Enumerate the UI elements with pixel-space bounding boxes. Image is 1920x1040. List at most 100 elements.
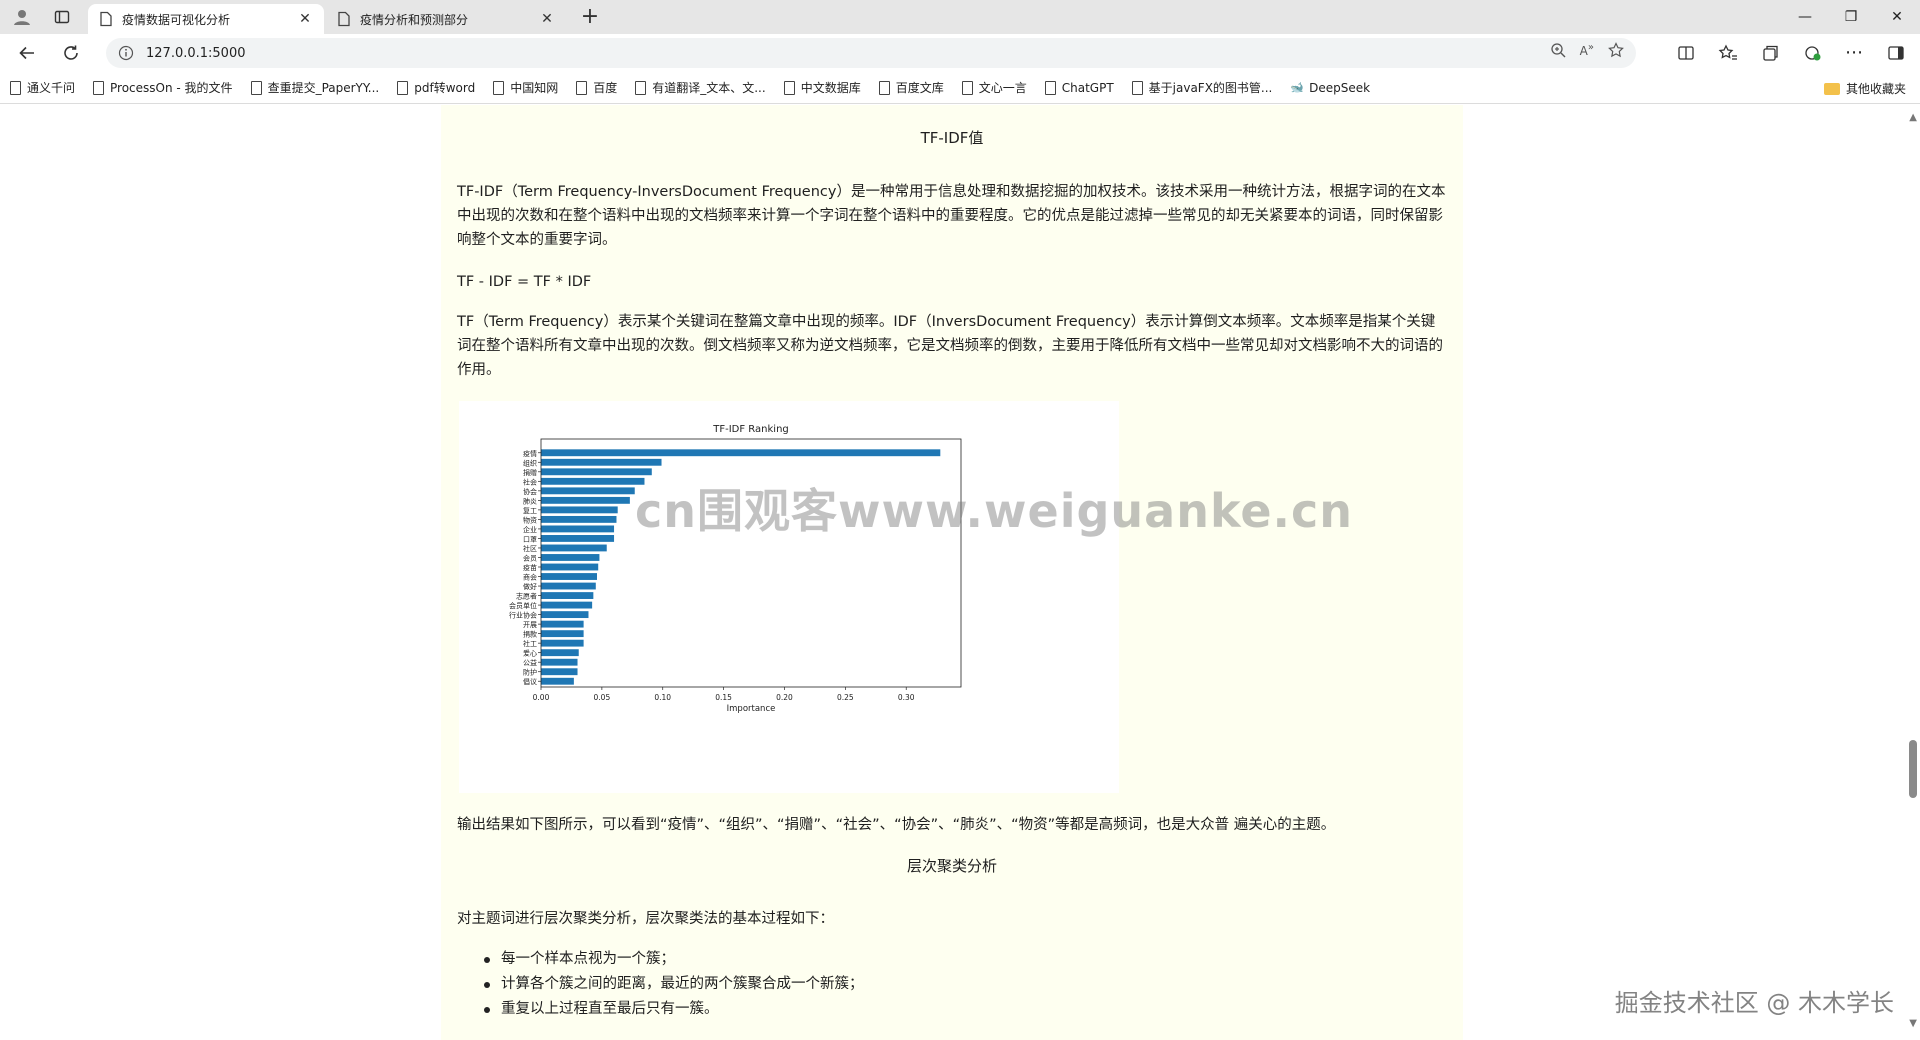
- tfidf-ranking-chart: TF-IDF Ranking 疫情组织捐赠社会协会肺炎复工物资企业口罩社区会员疫苗…: [509, 424, 962, 714]
- list-item: 重复以上过程直至最后只有一簇。: [457, 997, 864, 1022]
- split-screen-icon[interactable]: [1672, 39, 1700, 67]
- bookmark-label: ChatGPT: [1061, 80, 1114, 95]
- close-window-button[interactable]: ✕: [1874, 0, 1920, 34]
- chart-bar: [541, 639, 584, 647]
- chart-bar: [541, 592, 594, 599]
- url-text[interactable]: 127.0.0.1:5000: [146, 46, 246, 61]
- profile-icon[interactable]: [8, 4, 36, 30]
- minimize-button[interactable]: —: [1782, 0, 1828, 34]
- chart-title: TF-IDF Ranking: [712, 424, 789, 435]
- zoom-icon[interactable]: [1550, 42, 1566, 58]
- bookmark-item[interactable]: 查重提交_PaperYY...: [250, 79, 380, 96]
- bookmark-label: DeepSeek: [1309, 80, 1371, 95]
- page-icon: [493, 80, 505, 95]
- deepseek-icon: 🐋: [1290, 81, 1305, 94]
- bookmark-item[interactable]: 🐋 DeepSeek: [1290, 81, 1370, 95]
- y-tick-label: 社区: [523, 544, 537, 553]
- chart-bar: [541, 601, 593, 609]
- tab-actions-icon[interactable]: [48, 4, 76, 30]
- bookmark-label: 中文数据库: [800, 81, 861, 95]
- restore-button[interactable]: ❐: [1828, 0, 1874, 34]
- y-tick-label: 捐赠: [523, 468, 537, 477]
- y-tick-label: 组织: [523, 458, 537, 467]
- corner-watermark: 掘金技术社区 @ 木木学长: [1614, 989, 1894, 1017]
- y-tick-label: 爱心: [523, 650, 537, 658]
- y-tick-label: 复工: [523, 506, 537, 515]
- bookmark-label: 查重提交_PaperYY...: [267, 81, 380, 95]
- favorite-star-icon[interactable]: [1608, 42, 1624, 58]
- favorites-icon[interactable]: [1714, 39, 1742, 67]
- scroll-up-arrow[interactable]: ▲: [1909, 112, 1917, 123]
- chart-bar: [541, 582, 596, 590]
- y-tick-label: 开展: [523, 621, 537, 629]
- result-description: 输出结果如下图所示，可以看到“疫情”、“组织”、“捐赠”、“社会”、“协会”、“…: [457, 817, 1336, 833]
- address-bar[interactable]: 127.0.0.1:5000 A»: [106, 38, 1636, 68]
- bookmark-item[interactable]: 百度: [576, 79, 617, 96]
- x-tick-label: 0.10: [654, 693, 671, 702]
- scroll-down-arrow[interactable]: ▼: [1909, 1018, 1917, 1029]
- y-tick-label: 志愿者: [516, 592, 537, 601]
- chart-bar: [541, 535, 615, 542]
- y-tick-label: 口罩: [523, 535, 537, 543]
- chart-bar: [541, 477, 645, 485]
- bookmark-item[interactable]: ProcessOn - 我的文件: [93, 79, 233, 96]
- bookmark-item[interactable]: 文心一言: [961, 79, 1027, 96]
- bookmark-label: 中国知网: [510, 81, 559, 95]
- y-tick-label: 肺炎: [523, 497, 537, 505]
- info-icon[interactable]: [118, 45, 134, 61]
- paragraph-tf-idf-definition: TF（Term Frequency）表示某个关键词在整篇文章中出现的频率。IDF…: [457, 314, 1443, 378]
- more-menu-icon[interactable]: ⋯: [1840, 39, 1868, 67]
- chart-bar: [541, 620, 584, 628]
- y-tick-label: 疫情: [523, 449, 537, 458]
- tab-epidemic-visualization[interactable]: 疫情数据可视化分析 ✕: [88, 4, 324, 34]
- chart-bar: [541, 506, 618, 514]
- close-icon[interactable]: ✕: [296, 11, 314, 27]
- bookmark-item[interactable]: 通义千问: [10, 79, 75, 96]
- close-icon[interactable]: ✕: [538, 11, 556, 27]
- page-icon: [100, 11, 112, 27]
- page-viewport: TF-IDF值 TF-IDF（Term Frequency-InversDocu…: [0, 105, 1905, 1040]
- section-heading-tfidf: TF-IDF值: [920, 129, 984, 147]
- tab-title: 疫情分析和预测部分: [360, 12, 469, 27]
- other-bookmarks-folder[interactable]: 其他收藏夹: [1823, 80, 1906, 97]
- tab-title: 疫情数据可视化分析: [122, 12, 231, 27]
- chart-bar: [541, 449, 941, 457]
- article: TF-IDF值 TF-IDF（Term Frequency-InversDocu…: [441, 105, 1463, 1040]
- y-tick-label: 企业: [523, 525, 537, 534]
- y-tick-label: 行业协会: [509, 611, 537, 620]
- page-icon: [250, 80, 262, 95]
- bookmark-item[interactable]: 百度文库: [878, 79, 944, 96]
- x-tick-label: 0.30: [898, 693, 915, 702]
- back-button[interactable]: [12, 39, 42, 67]
- page-icon: [338, 11, 350, 27]
- page-icon: [10, 80, 21, 95]
- y-tick-label: 做好: [523, 582, 537, 591]
- chart-bar: [541, 668, 578, 676]
- bookmark-item[interactable]: 中文数据库: [783, 79, 861, 96]
- chart-bar: [541, 544, 607, 552]
- bookmark-label: 有道翻译_文本、文...: [652, 81, 766, 95]
- extension-icon[interactable]: [1798, 39, 1826, 67]
- bookmark-item[interactable]: 有道翻译_文本、文...: [635, 79, 766, 96]
- chart-bar: [541, 563, 599, 571]
- bookmark-label: 通义千问: [27, 81, 76, 95]
- reload-button[interactable]: [56, 39, 86, 67]
- section-heading-clustering: 层次聚类分析: [906, 857, 997, 875]
- bookmark-item[interactable]: ChatGPT: [1044, 80, 1114, 95]
- scrollbar-thumb[interactable]: [1909, 740, 1917, 798]
- collections-icon[interactable]: [1756, 39, 1784, 67]
- page-icon: [635, 80, 647, 95]
- y-tick-label: 会员: [523, 553, 537, 562]
- bookmark-item[interactable]: pdf转word: [397, 79, 475, 96]
- sidebar-toggle-icon[interactable]: [1882, 39, 1910, 67]
- new-tab-button[interactable]: +: [576, 4, 604, 32]
- tab-epidemic-prediction[interactable]: 疫情分析和预测部分 ✕: [326, 4, 566, 34]
- bookmark-item[interactable]: 基于javaFX的图书管...: [1131, 79, 1272, 96]
- vertical-scrollbar[interactable]: [1905, 105, 1920, 1040]
- read-aloud-icon[interactable]: A»: [1580, 42, 1594, 58]
- list-item: 计算各个簇之间的距离，最近的两个簇聚合成一个新簇；: [457, 972, 864, 997]
- bookmarks-bar: 通义千问 ProcessOn - 我的文件 查重提交_PaperYY... pdf转w…: [0, 72, 1920, 104]
- bookmark-item[interactable]: 中国知网: [493, 79, 558, 96]
- x-tick-label: 0.25: [837, 693, 854, 702]
- page-icon: [961, 80, 973, 95]
